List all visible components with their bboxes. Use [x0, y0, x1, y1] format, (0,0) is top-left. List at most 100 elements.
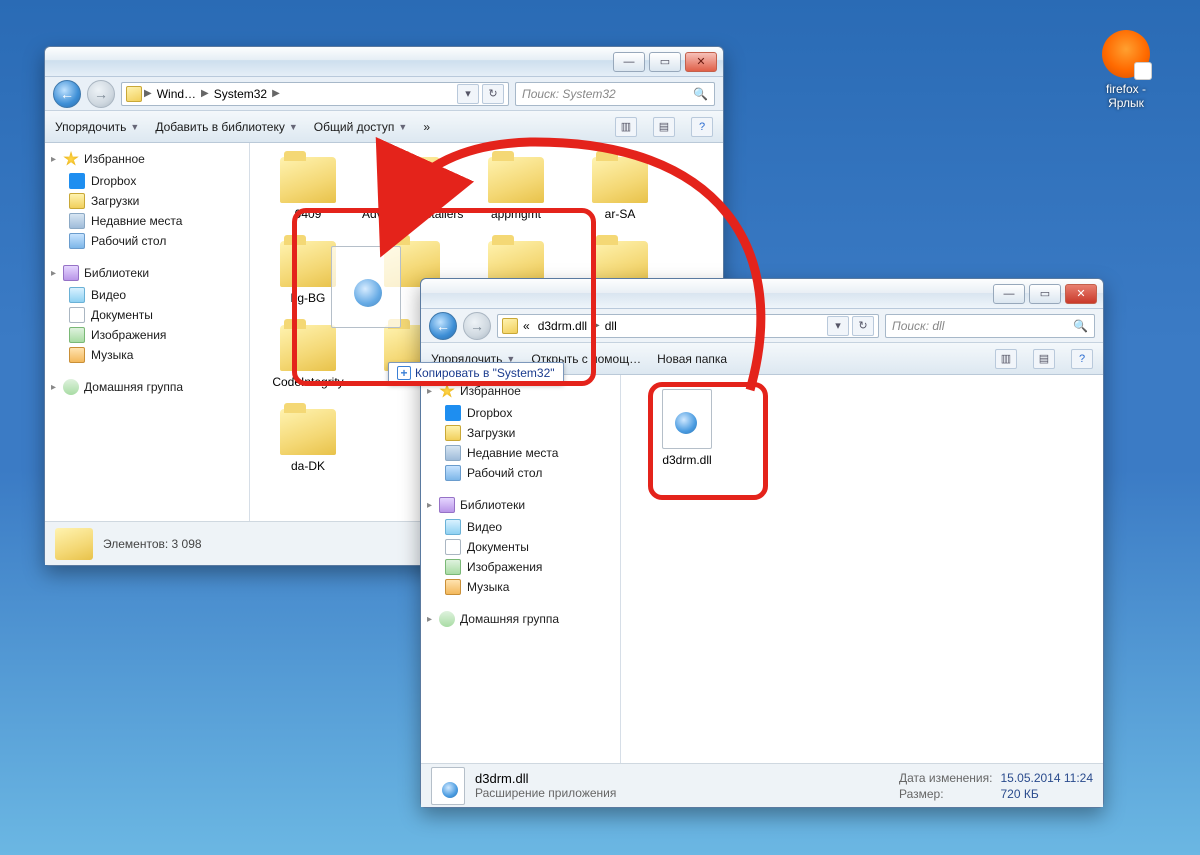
sidebar-item-images[interactable]: Изображения: [51, 325, 243, 345]
image-icon: [69, 327, 85, 343]
dll-file-icon: [431, 767, 465, 805]
folder-icon: [384, 157, 440, 203]
dropbox-icon: [445, 405, 461, 421]
libraries-header[interactable]: Библиотеки: [427, 497, 614, 513]
help-button[interactable]: ?: [1071, 349, 1093, 369]
minimize-button[interactable]: —: [613, 52, 645, 72]
star-icon: [63, 151, 79, 167]
add-to-library-menu[interactable]: Добавить в библиотеку▼: [155, 120, 297, 134]
forward-button[interactable]: →: [87, 80, 115, 108]
sidebar-item-desktop[interactable]: Рабочий стол: [427, 463, 614, 483]
sidebar-item-videos[interactable]: Видео: [427, 517, 614, 537]
minimize-button[interactable]: —: [993, 284, 1025, 304]
sidebar-item-recent[interactable]: Недавние места: [427, 443, 614, 463]
breadcrumb-dll[interactable]: dll: [602, 319, 620, 333]
maximize-button[interactable]: ▭: [649, 52, 681, 72]
address-bar[interactable]: « d3drm.dll ▶ dll ▾ ↻: [497, 314, 879, 338]
homegroup-header[interactable]: Домашняя группа: [51, 379, 243, 395]
video-icon: [445, 519, 461, 535]
details-pane: d3drm.dll Расширение приложения Дата изм…: [421, 763, 1103, 807]
address-bar[interactable]: ▶ Wind… ▶ System32 ▶ ▾ ↻: [121, 82, 509, 106]
breadcrumb-d3drm[interactable]: d3drm.dll: [535, 319, 590, 333]
firefox-icon: [1102, 30, 1150, 78]
titlebar[interactable]: — ▭ ✕: [421, 279, 1103, 309]
folder-icon: [280, 325, 336, 371]
help-button[interactable]: ?: [691, 117, 713, 137]
details-size-value: 720 КБ: [1000, 787, 1093, 801]
folder-icon: [592, 157, 648, 203]
sidebar-item-music[interactable]: Музыка: [51, 345, 243, 365]
details-date-value: 15.05.2014 11:24: [1000, 771, 1093, 785]
folder-icon: [280, 241, 336, 287]
folder-bg-bg[interactable]: bg-BG: [258, 241, 358, 305]
folder-icon: [502, 318, 518, 334]
homegroup-header[interactable]: Домашняя группа: [427, 611, 614, 627]
desktop-icon: [69, 233, 85, 249]
sidebar-item-dropbox[interactable]: Dropbox: [427, 403, 614, 423]
sidebar-item-recent[interactable]: Недавние места: [51, 211, 243, 231]
document-icon: [69, 307, 85, 323]
back-button[interactable]: ←: [429, 312, 457, 340]
details-date-label: Дата изменения:: [899, 771, 993, 785]
navigation-pane: Избранное Dropbox Загрузки Недавние мест…: [45, 143, 250, 521]
details-size-label: Размер:: [899, 787, 993, 801]
details-filetype: Расширение приложения: [475, 786, 889, 800]
back-button[interactable]: ←: [53, 80, 81, 108]
close-button[interactable]: ✕: [685, 52, 717, 72]
favorites-header[interactable]: Избранное: [427, 383, 614, 399]
folder-codeintegrity[interactable]: CodeIntegrity: [258, 325, 358, 389]
star-icon: [439, 383, 455, 399]
libraries-header[interactable]: Библиотеки: [51, 265, 243, 281]
folder-appmgmt[interactable]: appmgmt: [466, 157, 566, 221]
favorites-header[interactable]: Избранное: [51, 151, 243, 167]
history-dropdown-button[interactable]: ▾: [827, 316, 849, 336]
downloads-icon: [445, 425, 461, 441]
refresh-button[interactable]: ↻: [482, 84, 504, 104]
preview-pane-button[interactable]: ▤: [653, 117, 675, 137]
preview-pane-button[interactable]: ▤: [1033, 349, 1055, 369]
sidebar-item-images[interactable]: Изображения: [427, 557, 614, 577]
file-d3drm-dll[interactable]: d3drm.dll: [637, 389, 737, 467]
sidebar-item-documents[interactable]: Документы: [427, 537, 614, 557]
maximize-button[interactable]: ▭: [1029, 284, 1061, 304]
plus-icon: +: [397, 366, 411, 380]
new-folder-button[interactable]: Новая папка: [657, 352, 727, 366]
search-input[interactable]: Поиск: dll 🔍: [885, 314, 1095, 338]
chevron-right-icon: ▶: [592, 320, 600, 331]
desktop-icon: [445, 465, 461, 481]
sidebar-item-documents[interactable]: Документы: [51, 305, 243, 325]
sidebar-item-videos[interactable]: Видео: [51, 285, 243, 305]
desktop-shortcut-firefox[interactable]: firefox - Ярлык: [1087, 30, 1165, 110]
titlebar[interactable]: — ▭ ✕: [45, 47, 723, 77]
navigation-pane: Избранное Dropbox Загрузки Недавние мест…: [421, 375, 621, 763]
sidebar-item-downloads[interactable]: Загрузки: [51, 191, 243, 211]
organize-menu[interactable]: Упорядочить▼: [55, 120, 139, 134]
drag-tooltip: + Копировать в "System32": [388, 362, 564, 384]
folder-advancedinstallers[interactable]: AdvancedInstallers: [362, 157, 462, 221]
content-area[interactable]: d3drm.dll: [621, 375, 1103, 763]
details-filename: d3drm.dll: [475, 771, 889, 786]
sidebar-item-dropbox[interactable]: Dropbox: [51, 171, 243, 191]
breadcrumb-system32[interactable]: System32: [211, 87, 270, 101]
recent-places-icon: [445, 445, 461, 461]
view-options-button[interactable]: ▥: [615, 117, 637, 137]
explorer-window-dll: — ▭ ✕ ← → « d3drm.dll ▶ dll ▾ ↻ Поиск: d…: [420, 278, 1104, 808]
refresh-button[interactable]: ↻: [852, 316, 874, 336]
folder-da-dk[interactable]: da-DK: [258, 409, 358, 473]
folder-ar-sa[interactable]: ar-SA: [570, 157, 670, 221]
libraries-icon: [439, 497, 455, 513]
sidebar-item-desktop[interactable]: Рабочий стол: [51, 231, 243, 251]
breadcrumb-windows[interactable]: Wind…: [154, 87, 199, 101]
history-dropdown-button[interactable]: ▾: [457, 84, 479, 104]
sidebar-item-downloads[interactable]: Загрузки: [427, 423, 614, 443]
search-input[interactable]: Поиск: System32 🔍: [515, 82, 715, 106]
overflow-menu[interactable]: »: [423, 120, 430, 134]
music-icon: [445, 579, 461, 595]
close-button[interactable]: ✕: [1065, 284, 1097, 304]
share-menu[interactable]: Общий доступ▼: [314, 120, 408, 134]
folder-icon: [280, 157, 336, 203]
sidebar-item-music[interactable]: Музыка: [427, 577, 614, 597]
forward-button[interactable]: →: [463, 312, 491, 340]
view-options-button[interactable]: ▥: [995, 349, 1017, 369]
folder-0409[interactable]: 0409: [258, 157, 358, 221]
